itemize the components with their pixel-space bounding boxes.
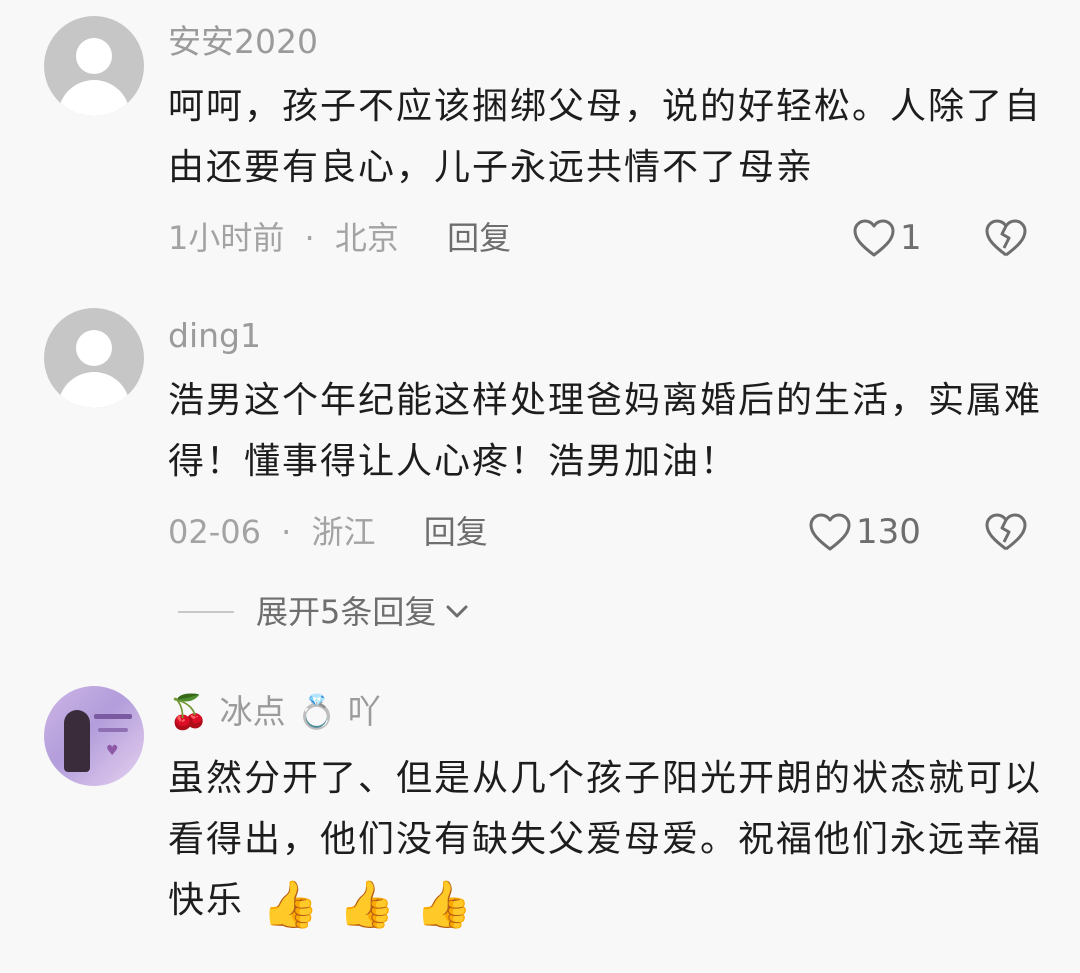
- avatar-body-shape: [58, 80, 130, 116]
- avatar-photo-figure: [64, 710, 90, 772]
- heart-outline-icon: [853, 219, 895, 257]
- expand-divider-line: [178, 611, 234, 613]
- broken-heart-icon[interactable]: [984, 218, 1028, 258]
- chevron-down-icon: [446, 605, 468, 618]
- username-text: 冰点: [219, 692, 286, 731]
- avatar-photo-heart: ♥: [106, 743, 119, 759]
- avatar[interactable]: [44, 16, 144, 116]
- heart-outline-icon: [809, 513, 851, 551]
- ring-emoji-icon: 💍: [296, 692, 338, 731]
- expand-replies-button[interactable]: 展开5条回复: [178, 590, 472, 634]
- like-count: 130: [856, 512, 921, 552]
- avatar[interactable]: [44, 308, 144, 408]
- like-button[interactable]: 130: [808, 510, 921, 554]
- comment-text: 浩男这个年纪能这样处理爸妈离婚后的生活，实属难得！懂事得让人心疼！浩男加油！: [168, 380, 1043, 482]
- reply-button[interactable]: 回复: [447, 219, 511, 257]
- thumbs-up-emoji-icon: 👍: [338, 877, 398, 931]
- meta-separator: ·: [281, 513, 292, 551]
- comment-meta: 02-06 · 浙江 回复: [168, 510, 488, 554]
- avatar-photo-caption: [98, 728, 128, 732]
- comment-location: 北京: [334, 219, 399, 257]
- avatar-head-shape: [76, 330, 112, 366]
- avatar-photo-caption: [94, 714, 132, 719]
- comment-username[interactable]: ding1: [168, 314, 261, 358]
- broken-heart-icon[interactable]: [984, 512, 1028, 552]
- avatar-body-shape: [58, 372, 130, 408]
- comment-time: 1小时前: [168, 219, 285, 257]
- comment-username[interactable]: 安安2020: [168, 20, 318, 64]
- username-suffix: 吖: [347, 692, 381, 731]
- meta-separator: ·: [304, 219, 315, 257]
- comment-text: 呵呵，孩子不应该捆绑父母，说的好轻松。人除了自由还要有良心，儿子永远共情不了母亲: [168, 86, 1043, 188]
- expand-replies-label: 展开5条回复: [256, 593, 437, 631]
- comment-location: 浙江: [311, 513, 376, 551]
- avatar[interactable]: ♥: [44, 686, 144, 786]
- thumbs-up-emoji-icon: 👍: [414, 877, 475, 931]
- comment-meta: 1小时前 · 北京 回复: [168, 216, 511, 260]
- cherry-emoji-icon: 🍒: [168, 692, 210, 731]
- comment-time: 02-06: [168, 513, 261, 551]
- like-button[interactable]: 1: [852, 216, 922, 260]
- comment-text: 虽然分开了、但是从几个孩子阳光开朗的状态就可以看得出，他们没有缺失父爱母爱。祝福…: [168, 748, 1048, 931]
- comment-username[interactable]: 🍒 冰点 💍 吖: [168, 690, 381, 734]
- reply-button[interactable]: 回复: [424, 513, 488, 551]
- like-count: 1: [900, 218, 922, 258]
- avatar-head-shape: [76, 38, 112, 74]
- thumbs-up-emoji-icon: 👍: [261, 877, 321, 931]
